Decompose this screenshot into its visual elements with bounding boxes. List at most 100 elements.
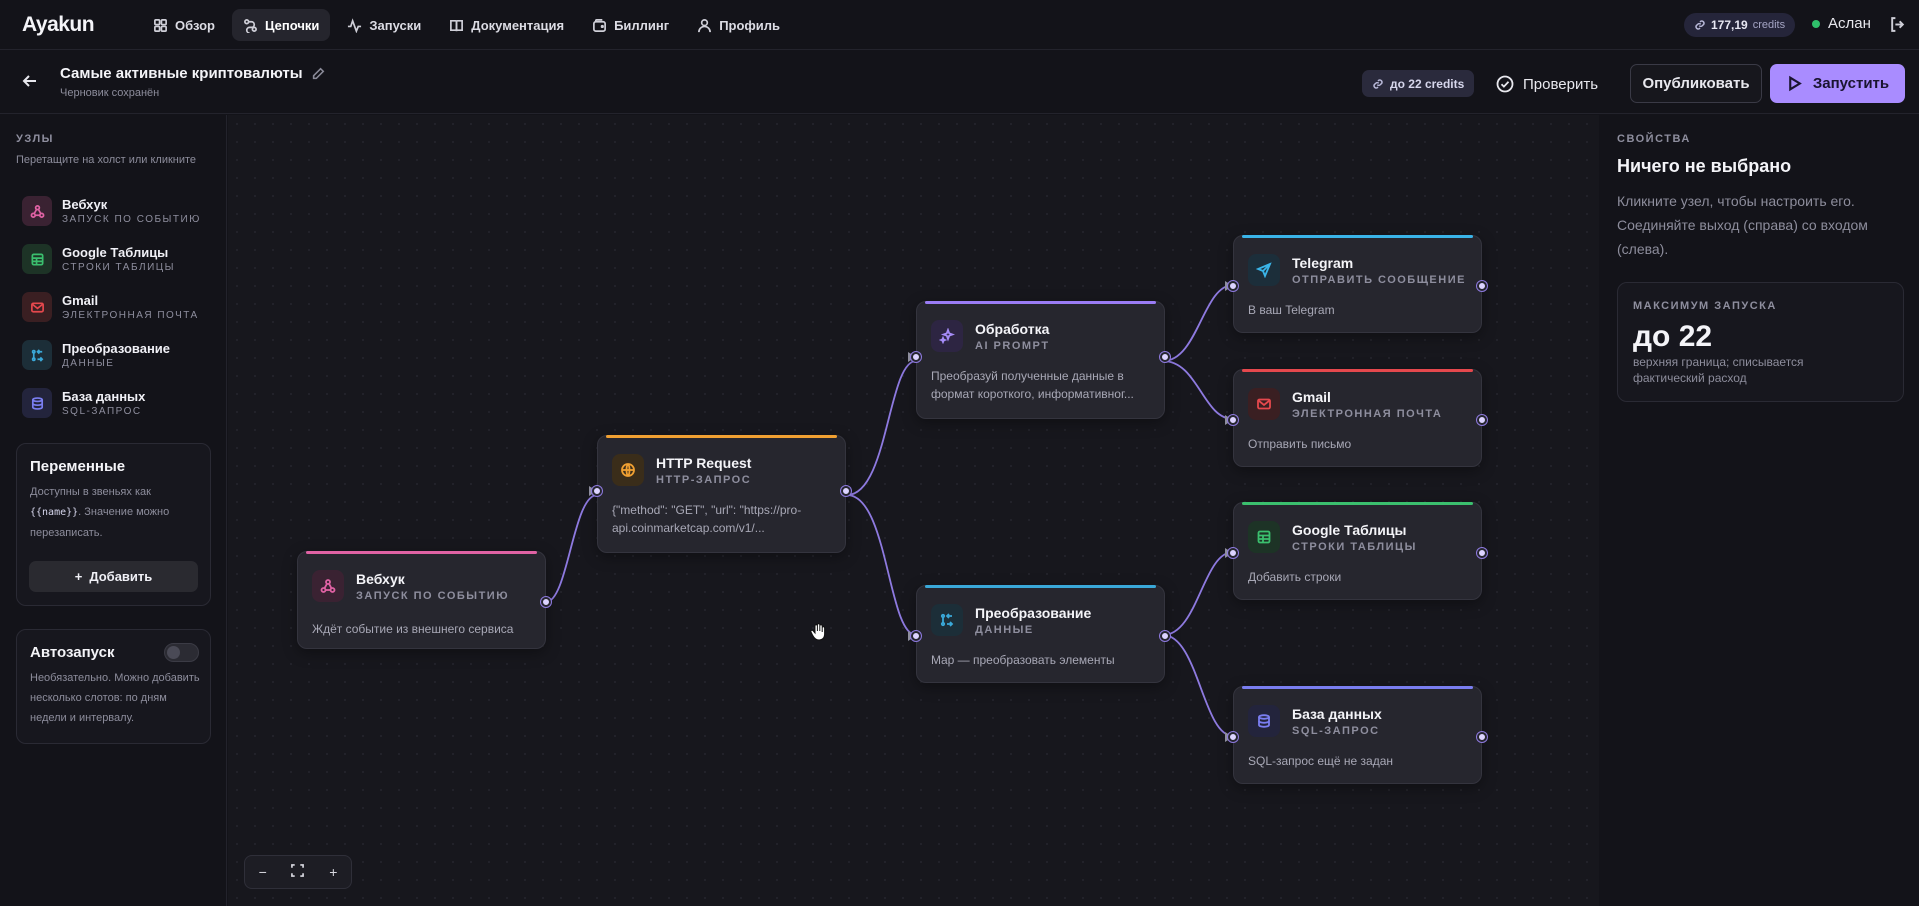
palette-item-transform[interactable]: Преобразование ДАННЫЕ <box>22 331 201 379</box>
nav-billing[interactable]: Биллинг <box>581 9 680 41</box>
nodes-hint: Перетащите на холст или кликните <box>16 154 197 166</box>
input-port[interactable] <box>1228 732 1238 742</box>
palette-item-google-sheets[interactable]: Google Таблицы СТРОКИ ТАБЛИЦЫ <box>22 235 201 283</box>
chain-title-text: Самые активные криптовалюты <box>60 65 303 82</box>
autorun-description: Необязательно. Можно добавить несколько … <box>30 672 200 724</box>
palette-item-database[interactable]: База данных SQL-ЗАПРОС <box>22 379 201 427</box>
properties-panel: СВОЙСТВА Ничего не выбрано Кликните узел… <box>1600 115 1919 906</box>
user-menu[interactable]: Аслан <box>1812 15 1871 32</box>
input-port[interactable] <box>1228 415 1238 425</box>
run-button[interactable]: Запустить <box>1770 64 1905 103</box>
nav-billing-label: Биллинг <box>614 17 670 33</box>
node-subtitle: ДАННЫЕ <box>975 624 1034 636</box>
autorun-title: Автозапуск <box>30 644 115 661</box>
edge-ai-telegram <box>1162 284 1234 362</box>
output-port[interactable] <box>1477 548 1487 558</box>
variables-text-before: Доступны в звеньях как <box>30 486 151 498</box>
input-port[interactable] <box>911 631 921 641</box>
mail-icon <box>1248 388 1280 420</box>
node-title: Вебхук <box>356 571 405 587</box>
output-port[interactable] <box>1477 732 1487 742</box>
toggle-knob <box>167 646 180 659</box>
limit-label: до 22 credits <box>1390 76 1465 91</box>
palette-item-webhook[interactable]: Вебхук ЗАПУСК ПО СОБЫТИЮ <box>22 187 201 235</box>
palette-item-name: Gmail <box>62 293 99 308</box>
node-http-request[interactable]: HTTP Request HTTP-ЗАПРОС {"method": "GET… <box>589 435 851 553</box>
zoom-out-button[interactable]: − <box>248 864 278 880</box>
nav-docs[interactable]: Документация <box>438 9 575 41</box>
node-title: Преобразование <box>975 605 1092 621</box>
input-port[interactable] <box>911 352 921 362</box>
output-port[interactable] <box>1160 631 1170 641</box>
input-port[interactable] <box>1228 548 1238 558</box>
node-description: В ваш Telegram <box>1248 303 1335 317</box>
node-google-sheets[interactable]: Google Таблицы СТРОКИ ТАБЛИЦЫ Добавить с… <box>1225 502 1487 600</box>
autorun-card: Автозапуск Необязательно. Можно добавить… <box>16 629 211 744</box>
palette-item-gmail[interactable]: Gmail ЭЛЕКТРОННАЯ ПОЧТА <box>22 283 201 331</box>
zoom-controls: − + <box>244 855 352 889</box>
edge-http-transform <box>846 494 917 636</box>
max-run-description: верхняя граница; списывается фактический… <box>1633 355 1804 385</box>
database-icon <box>1248 705 1280 737</box>
link-icon <box>1373 78 1383 89</box>
node-transform[interactable]: Преобразование ДАННЫЕ Map — преобразоват… <box>908 585 1170 683</box>
autorun-toggle[interactable] <box>164 643 199 662</box>
arrow-left-icon <box>22 75 36 87</box>
palette-item-name: Преобразование <box>62 341 171 356</box>
book-icon <box>450 19 464 31</box>
workflow-canvas[interactable]: Вебхук ЗАПУСК ПО СОБЫТИЮ Ждёт событие из… <box>228 115 1599 906</box>
credits-balance[interactable]: 177,19 credits <box>1684 13 1796 37</box>
check-label: Проверить <box>1523 75 1599 93</box>
input-port[interactable] <box>592 486 602 496</box>
app-logo[interactable]: Ayakun <box>22 13 95 37</box>
node-telegram[interactable]: Telegram ОТПРАВИТЬ СООБЩЕНИЕ В ваш Teleg… <box>1225 235 1487 333</box>
logout-button[interactable] <box>1889 16 1906 38</box>
nav-chains[interactable]: Цепочки <box>232 9 331 41</box>
add-variable-label: Добавить <box>89 569 153 584</box>
nav-runs[interactable]: Запуски <box>336 9 432 41</box>
run-label: Запустить <box>1812 75 1890 92</box>
node-accent-line <box>925 585 1156 588</box>
node-palette-sidebar: УЗЛЫ Перетащите на холст или кликните Ве… <box>0 115 227 906</box>
output-port[interactable] <box>1160 352 1170 362</box>
node-subtitle: ЗАПУСК ПО СОБЫТИЮ <box>356 590 510 602</box>
output-port[interactable] <box>1477 281 1487 291</box>
node-webhook[interactable]: Вебхук ЗАПУСК ПО СОБЫТИЮ Ждёт событие из… <box>297 551 551 649</box>
database-icon <box>22 388 52 418</box>
zoom-in-button[interactable]: + <box>318 864 348 880</box>
activity-icon <box>348 17 362 33</box>
variables-description: Доступны в звеньях как {{name}}. Значени… <box>30 482 202 543</box>
transform-icon <box>931 604 963 636</box>
node-ai-prompt[interactable]: Обработка AI PROMPT Преобразуй полученны… <box>908 301 1170 419</box>
output-port[interactable] <box>1477 415 1487 425</box>
nav-profile-label: Профиль <box>719 17 781 33</box>
pencil-icon[interactable] <box>311 67 325 81</box>
palette-item-sub: СТРОКИ ТАБЛИЦЫ <box>62 262 176 273</box>
input-port[interactable] <box>1228 281 1238 291</box>
node-subtitle: ОТПРАВИТЬ СООБЩЕНИЕ <box>1292 274 1466 286</box>
chain-title[interactable]: Самые активные криптовалюты <box>60 65 325 82</box>
node-database[interactable]: База данных SQL-ЗАПРОС SQL-запрос ещё не… <box>1225 686 1487 784</box>
save-status: Черновик сохранён <box>60 87 160 99</box>
node-description: SQL-запрос ещё не задан <box>1248 754 1394 768</box>
back-button[interactable] <box>20 71 40 96</box>
output-port[interactable] <box>841 486 851 496</box>
output-port[interactable] <box>541 597 551 607</box>
fit-view-button[interactable] <box>283 864 313 880</box>
nav-profile[interactable]: Профиль <box>686 9 791 41</box>
hand-cursor-icon <box>808 622 828 647</box>
palette-item-sub: ЭЛЕКТРОННАЯ ПОЧТА <box>62 310 199 321</box>
node-title: Обработка <box>975 321 1050 337</box>
sheet-icon <box>22 244 52 274</box>
max-run-card: МАКСИМУМ ЗАПУСКА до 22 верхняя граница; … <box>1617 282 1904 402</box>
check-button[interactable]: Проверить <box>1496 70 1598 98</box>
node-gmail[interactable]: Gmail ЭЛЕКТРОННАЯ ПОЧТА Отправить письмо <box>1225 369 1487 467</box>
nav-overview[interactable]: Обзор <box>142 9 226 41</box>
max-run-value: до 22 <box>1633 320 1713 353</box>
globe-icon <box>612 454 644 486</box>
add-variable-button[interactable]: + Добавить <box>29 561 198 592</box>
publish-button[interactable]: Опубликовать <box>1630 64 1762 103</box>
node-title: Google Таблицы <box>1292 522 1407 538</box>
fullscreen-icon <box>291 864 305 877</box>
node-accent-line <box>306 551 537 554</box>
